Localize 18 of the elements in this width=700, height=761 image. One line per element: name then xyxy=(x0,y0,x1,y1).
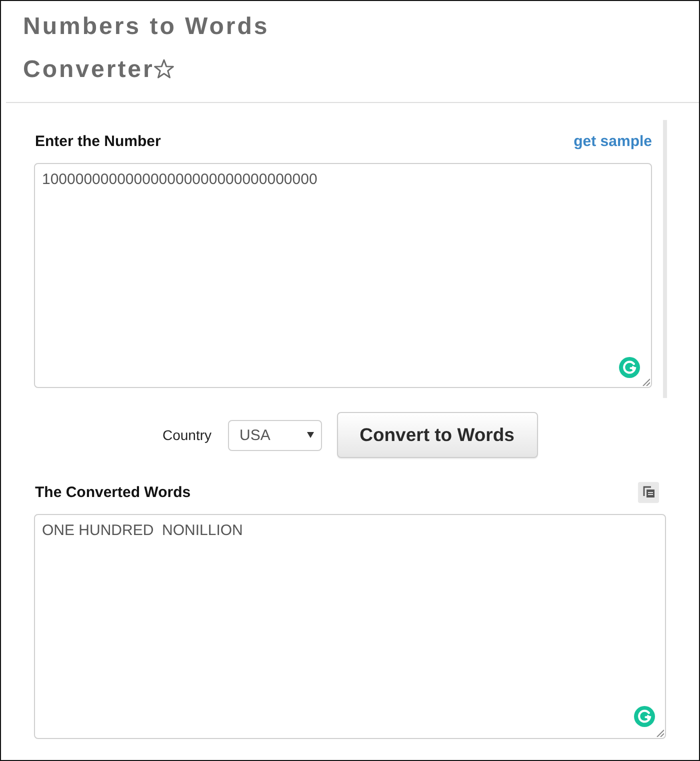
number-input-field[interactable]: 100000000000000000000000000000000 xyxy=(34,163,652,388)
caret-icon xyxy=(306,432,314,438)
field-label: The Converted Words xyxy=(34,484,191,500)
get-sample-link[interactable]: get sample xyxy=(574,132,652,150)
grammarly-icon[interactable] xyxy=(634,706,655,727)
grammarly-icon[interactable] xyxy=(619,357,640,378)
copy-icon xyxy=(642,486,654,498)
words-output-field[interactable]: ONE HUNDRED NONILLION xyxy=(34,514,666,739)
field-label: Enter the Number xyxy=(34,132,161,150)
page-title: Converter xyxy=(23,55,154,85)
resize-handle-icon[interactable] xyxy=(656,729,664,737)
resize-handle-icon[interactable] xyxy=(642,378,650,386)
star-icon[interactable] xyxy=(153,58,176,80)
page-title: Numbers to Words xyxy=(23,12,270,42)
country-select[interactable]: USA xyxy=(228,420,322,450)
copy-button[interactable] xyxy=(638,482,659,502)
convert-button[interactable]: Convert to Words xyxy=(336,412,538,458)
country-label: Country xyxy=(162,427,212,443)
